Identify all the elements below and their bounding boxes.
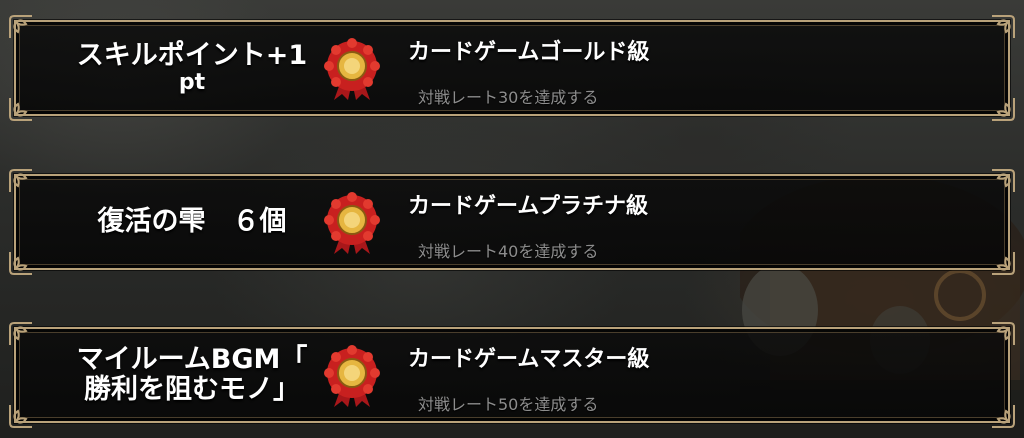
frame-corner-ornament — [992, 98, 1015, 121]
frame-corner-ornament — [992, 322, 1015, 345]
frame-corner-ornament — [9, 252, 32, 275]
achievement-title: カードゲームプラチナ級 — [408, 194, 649, 219]
reward-text-line-1: 復活の雫 ６個 — [97, 206, 287, 237]
achievement-row-2[interactable]: 復活の雫 ６個 カードゲームプラチナ級 対戦レート40を達成する — [9, 169, 1015, 275]
achievement-row-1[interactable]: スキルポイント+1 pt カードゲームゴールド級 対戦レート30を達成する — [9, 15, 1015, 121]
frame-corner-ornament — [9, 98, 32, 121]
reward-label: スキルポイント+1 pt — [42, 22, 342, 114]
frame-corner-ornament — [992, 405, 1015, 428]
reward-text-line-2: pt — [178, 70, 206, 95]
frame-corner-ornament — [9, 322, 32, 345]
frame-corner-ornament — [9, 405, 32, 428]
achievement-condition: 対戦レート40を達成する — [418, 242, 599, 261]
frame-corner-ornament — [992, 252, 1015, 275]
reward-label: 復活の雫 ６個 — [42, 176, 342, 268]
achievement-title: カードゲームマスター級 — [408, 347, 650, 372]
achievement-title: カードゲームゴールド級 — [408, 40, 650, 65]
achievement-condition: 対戦レート30を達成する — [418, 88, 599, 107]
frame-corner-ornament — [9, 15, 32, 38]
frame-corner-ornament — [9, 169, 32, 192]
frame-corner-ornament — [992, 169, 1015, 192]
rosette-medal-icon — [324, 345, 380, 407]
rosette-medal-icon — [324, 192, 380, 254]
rosette-medal-icon — [324, 38, 380, 100]
achievement-condition: 対戦レート50を達成する — [418, 395, 599, 414]
frame-corner-ornament — [992, 15, 1015, 38]
reward-label: マイルームBGM「 勝利を阻むモノ」 — [42, 329, 342, 421]
reward-text-line-2: 勝利を阻むモノ」 — [84, 374, 300, 405]
reward-text-line-1: スキルポイント+1 — [76, 40, 308, 71]
reward-text-line-1: マイルームBGM「 — [76, 344, 308, 375]
achievement-row-3[interactable]: マイルームBGM「 勝利を阻むモノ」 カードゲームマスター級 対戦レート50を達… — [9, 322, 1015, 428]
game-scene: スキルポイント+1 pt カードゲームゴールド級 対戦レート30を達成する 復活… — [0, 0, 1024, 438]
